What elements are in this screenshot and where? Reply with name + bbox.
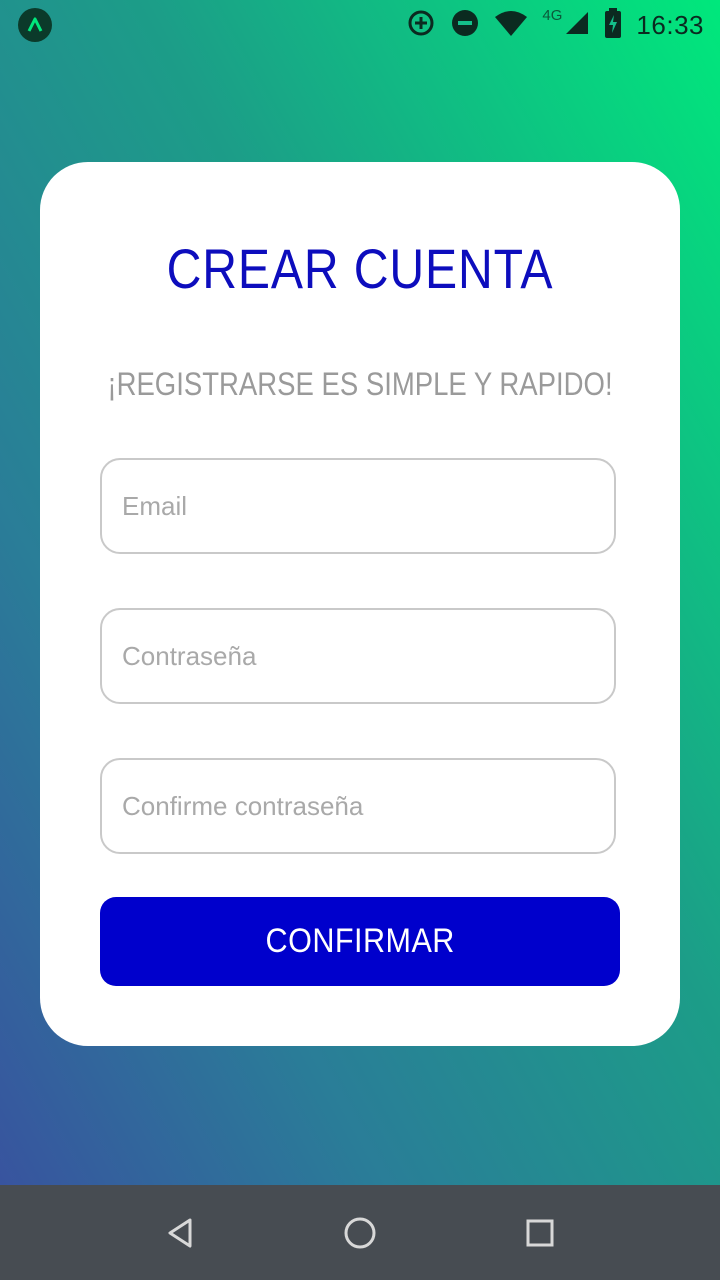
status-icons: 4G 16:33	[406, 0, 704, 50]
data-saver-icon	[406, 8, 436, 43]
recents-button[interactable]	[510, 1203, 570, 1263]
wifi-icon	[494, 9, 528, 42]
page-title: CREAR CUENTA	[166, 237, 554, 300]
navigation-bar	[0, 1185, 720, 1280]
network-type-label: 4G	[542, 6, 563, 24]
confirm-button[interactable]: CONFIRMAR	[100, 897, 620, 986]
signal-icon	[564, 10, 590, 41]
status-time: 16:33	[636, 9, 704, 40]
recents-icon	[526, 1219, 554, 1246]
screen: 4G 16:33 CREAR CUENTA ¡REGISTRARSE ES SI…	[0, 0, 720, 1280]
home-icon	[344, 1217, 376, 1248]
confirm-button-label: CONFIRMAR	[265, 922, 455, 960]
do-not-disturb-icon	[450, 8, 480, 43]
battery-charging-icon	[604, 7, 622, 43]
home-button[interactable]	[330, 1203, 390, 1263]
email-field[interactable]	[100, 458, 616, 554]
app-logo-icon	[18, 8, 52, 42]
status-bar: 4G 16:33	[0, 0, 720, 50]
back-icon	[168, 1218, 192, 1247]
page-subtitle: ¡REGISTRARSE ES SIMPLE Y RAPIDO!	[107, 366, 613, 402]
confirm-password-field[interactable]	[100, 758, 616, 854]
password-field[interactable]	[100, 608, 616, 704]
back-button[interactable]	[150, 1203, 210, 1263]
